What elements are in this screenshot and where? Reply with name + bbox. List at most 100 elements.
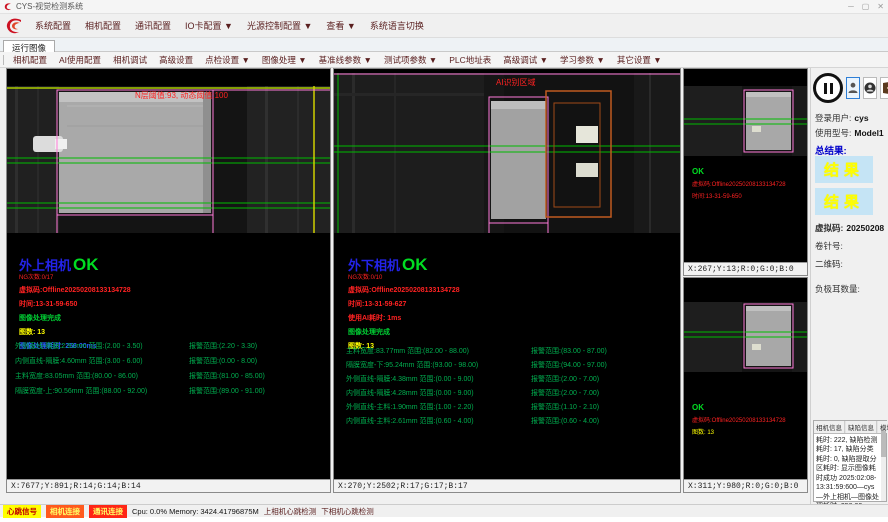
cursor-coords-status: X:311;Y:980;R:0;G:0;B:0	[684, 479, 807, 492]
viewport-lower-camera[interactable]: AI识别区域 外下相机 OK NG次数:0/10 虚拟码:Offline2025…	[333, 68, 681, 493]
maximize-icon[interactable]: ▢	[862, 2, 870, 11]
user-dark-icon	[864, 82, 876, 94]
tool-camera-debug[interactable]: 相机调试	[107, 52, 153, 68]
exit-button[interactable]	[880, 77, 888, 99]
measurement-alarm: 报警范围:(94.00 - 97.00)	[531, 360, 607, 370]
upper-camera-heartbeat-text: 上相机心跳检测	[264, 506, 317, 517]
menu-light-config[interactable]: 光源控制配置 ▼	[240, 16, 319, 35]
measurement-alarm: 报警范围:(81.00 - 85.00)	[189, 371, 265, 381]
measurement-alarm: 报警范围:(1.10 - 2.10)	[531, 402, 599, 412]
cursor-coords-status: X:267;Y:13;R:0;G:0;B:0	[684, 262, 807, 275]
tool-image-processing[interactable]: 图像处理 ▼	[256, 52, 313, 68]
measurement-text: 内侧直线-隔膜:4.60mm 范围:(3.00 - 6.00)	[15, 356, 143, 366]
tab-count-row: 负极耳数量:	[815, 283, 860, 295]
tool-test-params[interactable]: 测试项参数 ▼	[378, 52, 443, 68]
app-icon	[4, 3, 12, 11]
pin-number-row: 卷针号:	[815, 240, 843, 252]
frame-count-text: 图数: 13	[692, 427, 786, 436]
menu-io-config[interactable]: IO卡配置 ▼	[178, 16, 240, 35]
tool-ai-usage-config[interactable]: AI使用配置	[53, 52, 107, 68]
tab-count-label: 负极耳数量:	[815, 283, 860, 295]
aux-info-lines: OK 虚拟码:Offline20250208133134728 图数: 13	[692, 403, 786, 436]
result-ok: OK	[73, 256, 99, 273]
close-icon[interactable]: ✕	[877, 2, 884, 11]
measurement-alarm: 报警范围:(0.00 - 8.00)	[189, 356, 257, 366]
tool-other-settings[interactable]: 其它设置 ▼	[611, 52, 668, 68]
time-text: 时间:13-31-59-627	[348, 299, 460, 309]
virtual-code-text: 虚拟码:Offline20250208133134728	[692, 179, 786, 188]
tool-camera-config[interactable]: 相机配置	[7, 52, 53, 68]
measurement-text: 内侧直线-隔膜:4.28mm 范围:(0.00 - 9.00)	[346, 388, 474, 398]
tool-learning-params[interactable]: 学习参数 ▼	[554, 52, 611, 68]
info-log-box: 相机信息 缺陷信息 模块信息 耗时: 222, 缺陷检测耗时: 17, 缺陷分类…	[813, 420, 887, 502]
menu-camera-config[interactable]: 相机配置	[78, 16, 128, 35]
result-ok: OK	[402, 256, 428, 273]
pause-button[interactable]	[813, 73, 843, 103]
menu-language-switch[interactable]: 系统语言切换	[363, 16, 431, 35]
virtual-code-text: 虚拟码:Offline20250208133134728	[19, 285, 131, 295]
tool-advanced-settings[interactable]: 高级设置	[153, 52, 199, 68]
info-tabs: 相机信息 缺陷信息 模块信息	[814, 421, 886, 434]
ng-count-text: NG次数:0/10	[348, 272, 460, 281]
threshold-overlay-text: N层阈值:93, 动态阈值:100	[135, 90, 228, 100]
time-text: 时间:13-31-59-650	[19, 299, 131, 309]
measurement-text: 内侧直线-主料:2.61mm 范围:(0.60 - 4.00)	[346, 416, 474, 426]
tool-plc-address-table[interactable]: PLC地址表	[443, 52, 497, 68]
toolbar-divider	[3, 55, 4, 65]
window-title: CYS-视觉检测系统	[16, 1, 83, 12]
login-user-row: 登录用户: cys	[815, 112, 869, 124]
tool-advanced-debug[interactable]: 高级调试 ▼	[497, 52, 554, 68]
virtual-code-value: 20250208	[846, 223, 884, 233]
toolbar: 相机配置 AI使用配置 相机调试 高级设置 点检设置 ▼ 图像处理 ▼ 基准线参…	[0, 52, 888, 68]
frame-count-text: 图数: 13	[19, 327, 131, 337]
measurement-text: 隔膜宽度-下:95.24mm 范围:(93.00 - 98.00)	[346, 360, 478, 370]
result-badge-lower: 结果	[815, 188, 873, 215]
lower-camera-heartbeat-text: 下相机心跳检测	[321, 506, 374, 517]
menu-comm-config[interactable]: 通讯配置	[128, 16, 178, 35]
measurement-alarm: 报警范围:(2.00 - 7.00)	[531, 388, 599, 398]
minimize-icon[interactable]: ─	[848, 2, 854, 11]
qr-code-label: 二维码:	[815, 258, 843, 270]
status-bar: 心跳信号 相机连接 通讯连接 Cpu: 0.0% Memory: 3424.41…	[0, 504, 888, 517]
measurement-alarm: 报警范围:(83.00 - 87.00)	[531, 346, 607, 356]
camera-info-lines: NG次数:0/10 虚拟码:Offline20250208133134728 时…	[348, 272, 460, 351]
viewport-aux-bottom[interactable]: OK 虚拟码:Offline20250208133134728 图数: 13 X…	[683, 277, 808, 493]
model-label: 使用型号:	[815, 127, 851, 139]
info-scrollbar-thumb[interactable]	[881, 431, 886, 457]
user-manage-button[interactable]	[863, 77, 877, 99]
user-icon	[848, 82, 858, 94]
virtual-code-text: 虚拟码:Offline20250208133134728	[348, 285, 460, 295]
qr-code-row: 二维码:	[815, 258, 843, 270]
tool-baseline-params[interactable]: 基准线参数 ▼	[313, 52, 378, 68]
measurement-alarm: 报警范围:(2.00 - 7.00)	[531, 374, 599, 384]
title-bar: CYS-视觉检测系统 ─ ▢ ✕	[0, 0, 888, 14]
viewport-aux-top[interactable]: OK 虚拟码:Offline20250208133134728 时间:13-31…	[683, 68, 808, 276]
info-tab-defect[interactable]: 缺陷信息	[846, 421, 877, 433]
menu-bar: 系统配置 相机配置 通讯配置 IO卡配置 ▼ 光源控制配置 ▼ 查看 ▼ 系统语…	[0, 14, 888, 38]
measurement-text: 外侧直线-主料:1.90mm 范围:(1.00 - 2.20)	[346, 402, 474, 412]
measurement-alarm: 报警范围:(0.60 - 4.00)	[531, 416, 599, 426]
ng-count-text: NG次数:0/17	[19, 272, 131, 281]
menu-system-config[interactable]: 系统配置	[28, 16, 78, 35]
heartbeat-signal-badge: 心跳信号	[3, 505, 41, 518]
menu-view[interactable]: 查看 ▼	[319, 16, 362, 35]
measurement-text: 外侧直线-隔膜:2.91mm 范围:(2.00 - 3.50)	[15, 341, 143, 351]
cursor-coords-status: X:7677;Y:891;R:14;G:14;B:14	[7, 479, 330, 492]
info-scrollbar[interactable]	[881, 431, 886, 501]
info-tab-camera[interactable]: 相机信息	[814, 421, 845, 433]
comm-connection-badge: 通讯连接	[89, 505, 127, 518]
measurement-alarm: 报警范围:(2.20 - 3.30)	[189, 341, 257, 351]
user-login-button[interactable]	[846, 77, 860, 99]
model-value: Model1	[854, 128, 883, 138]
tool-spot-check[interactable]: 点检设置 ▼	[199, 52, 256, 68]
cursor-coords-status: X:270;Y:2502;R:17;G:17;B:17	[334, 479, 680, 492]
time-text: 时间:13-31-59-650	[692, 191, 786, 200]
control-buttons	[813, 73, 888, 103]
ai-region-overlay-text: AI识别区域	[496, 77, 536, 87]
lower-camera-image: AI识别区域	[334, 73, 680, 233]
measurement-text: 主料宽度:83.77mm 范围:(82.00 - 88.00)	[346, 346, 469, 356]
brand-logo-icon	[4, 16, 24, 36]
aux-bottom-image	[684, 302, 807, 372]
viewport-upper-camera[interactable]: N层阈值:93, 动态阈值:100 外上相机 OK NG次数:0/17 虚拟码:…	[6, 68, 331, 493]
process-done-text: 图像处理完成	[348, 327, 460, 337]
